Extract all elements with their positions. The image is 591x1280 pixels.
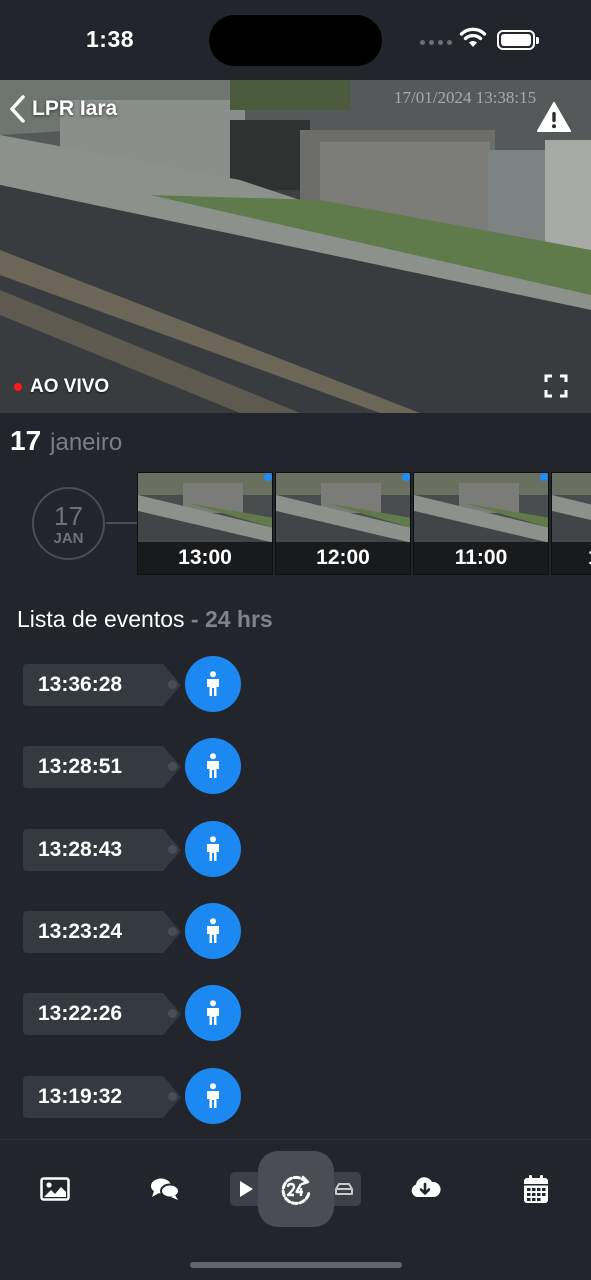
gallery-button[interactable] [38,1174,72,1204]
cloud-download-icon [411,1177,441,1197]
event-marker [264,473,272,481]
event-item[interactable]: 13:23:24 [23,903,253,960]
chevron-left-icon [10,95,25,123]
event-time: 13:22:26 [23,993,181,1035]
home-indicator[interactable] [190,1262,402,1268]
timeline-thumbnail[interactable]: 13:00 [137,472,273,575]
thumbnail-label: 11:00 [414,542,548,574]
cloud-download-button[interactable] [408,1172,442,1204]
car-icon [335,1183,353,1195]
date-heading: 17 janeiro [10,425,122,457]
timeline-thumbnails[interactable]: 13:00 12:00 11:00 [137,472,591,575]
date-badge-month: JAN [53,530,84,547]
thumbnail-label: 12:00 [276,542,410,574]
event-dot [168,927,177,936]
status-time: 1:38 [86,26,135,52]
chat-button[interactable] [148,1174,182,1204]
live-dot [14,383,22,391]
play-icon [240,1181,253,1197]
event-item[interactable]: 13:19:32 [23,1068,253,1125]
event-dot [168,680,177,689]
dynamic-island [209,15,382,66]
event-type-badge[interactable] [185,903,241,959]
event-time: 13:19:32 [23,1076,181,1118]
gallery-icon [40,1177,70,1201]
chat-icon [151,1178,180,1200]
camera-live-view[interactable]: LPR Iara 17/01/2024 13:38:15 AO VIVO [0,80,591,413]
event-item[interactable]: 13:22:26 [23,985,253,1042]
status-bar: 1:38 [0,0,591,80]
event-type-badge[interactable] [185,738,241,794]
timeline-connector [106,522,138,524]
event-item[interactable]: 13:28:51 [23,738,253,795]
calendar-icon [524,1175,548,1203]
wifi-icon [459,27,487,47]
timeline-thumbnail[interactable]: 12:00 [275,472,411,575]
date-badge-day: 17 [54,501,83,531]
live-label: AO VIVO [30,376,110,397]
battery-icon [497,30,539,50]
events-title-label: Lista de eventos [17,606,185,632]
timeline-thumbnail[interactable]: 1 [551,472,591,575]
warning-icon[interactable] [537,102,571,132]
event-time: 13:28:51 [23,746,181,788]
event-dot [168,845,177,854]
thumbnail-label: 1 [552,542,591,574]
event-time: 13:28:43 [23,829,181,871]
thumbnail-label: 13:00 [138,542,272,574]
event-marker [402,473,410,481]
event-type-badge[interactable] [185,1068,241,1124]
person-icon [207,836,219,861]
date-badge[interactable]: 17 JAN [32,487,105,560]
event-type-badge[interactable] [185,985,241,1041]
live-indicator: AO VIVO [14,376,109,398]
event-type-badge[interactable] [185,656,241,712]
history-24h-control[interactable] [276,1170,316,1210]
cellular-signal-icon [420,40,452,45]
event-dot [168,1092,177,1101]
person-icon [207,1000,219,1025]
timeline-thumbnail[interactable]: 11:00 [413,472,549,575]
event-marker [540,473,548,481]
event-dot [168,762,177,771]
event-type-badge[interactable] [185,821,241,877]
person-icon [207,1083,219,1108]
car-button[interactable] [330,1178,358,1200]
event-time: 13:23:24 [23,911,181,953]
events-title: Lista de eventos - 24 hrs [17,606,273,633]
person-icon [207,753,219,778]
person-icon [207,918,219,943]
event-item[interactable]: 13:28:43 [23,821,253,878]
play-button[interactable] [234,1178,258,1200]
person-icon [207,671,219,696]
camera-title: LPR Iara [32,97,118,120]
date-month: janeiro [50,429,123,456]
history-24h-icon [281,1175,311,1205]
camera-scene [0,80,591,413]
event-dot [168,1009,177,1018]
events-subtitle: - 24 hrs [184,606,273,632]
date-day: 17 [10,425,42,456]
osd-timestamp: 17/01/2024 13:38:15 [394,88,537,107]
event-time: 13:36:28 [23,664,181,706]
calendar-button[interactable] [520,1172,552,1206]
back-button[interactable]: LPR Iara [8,94,117,124]
fullscreen-icon[interactable] [544,374,568,398]
event-item[interactable]: 13:36:28 [23,656,253,713]
